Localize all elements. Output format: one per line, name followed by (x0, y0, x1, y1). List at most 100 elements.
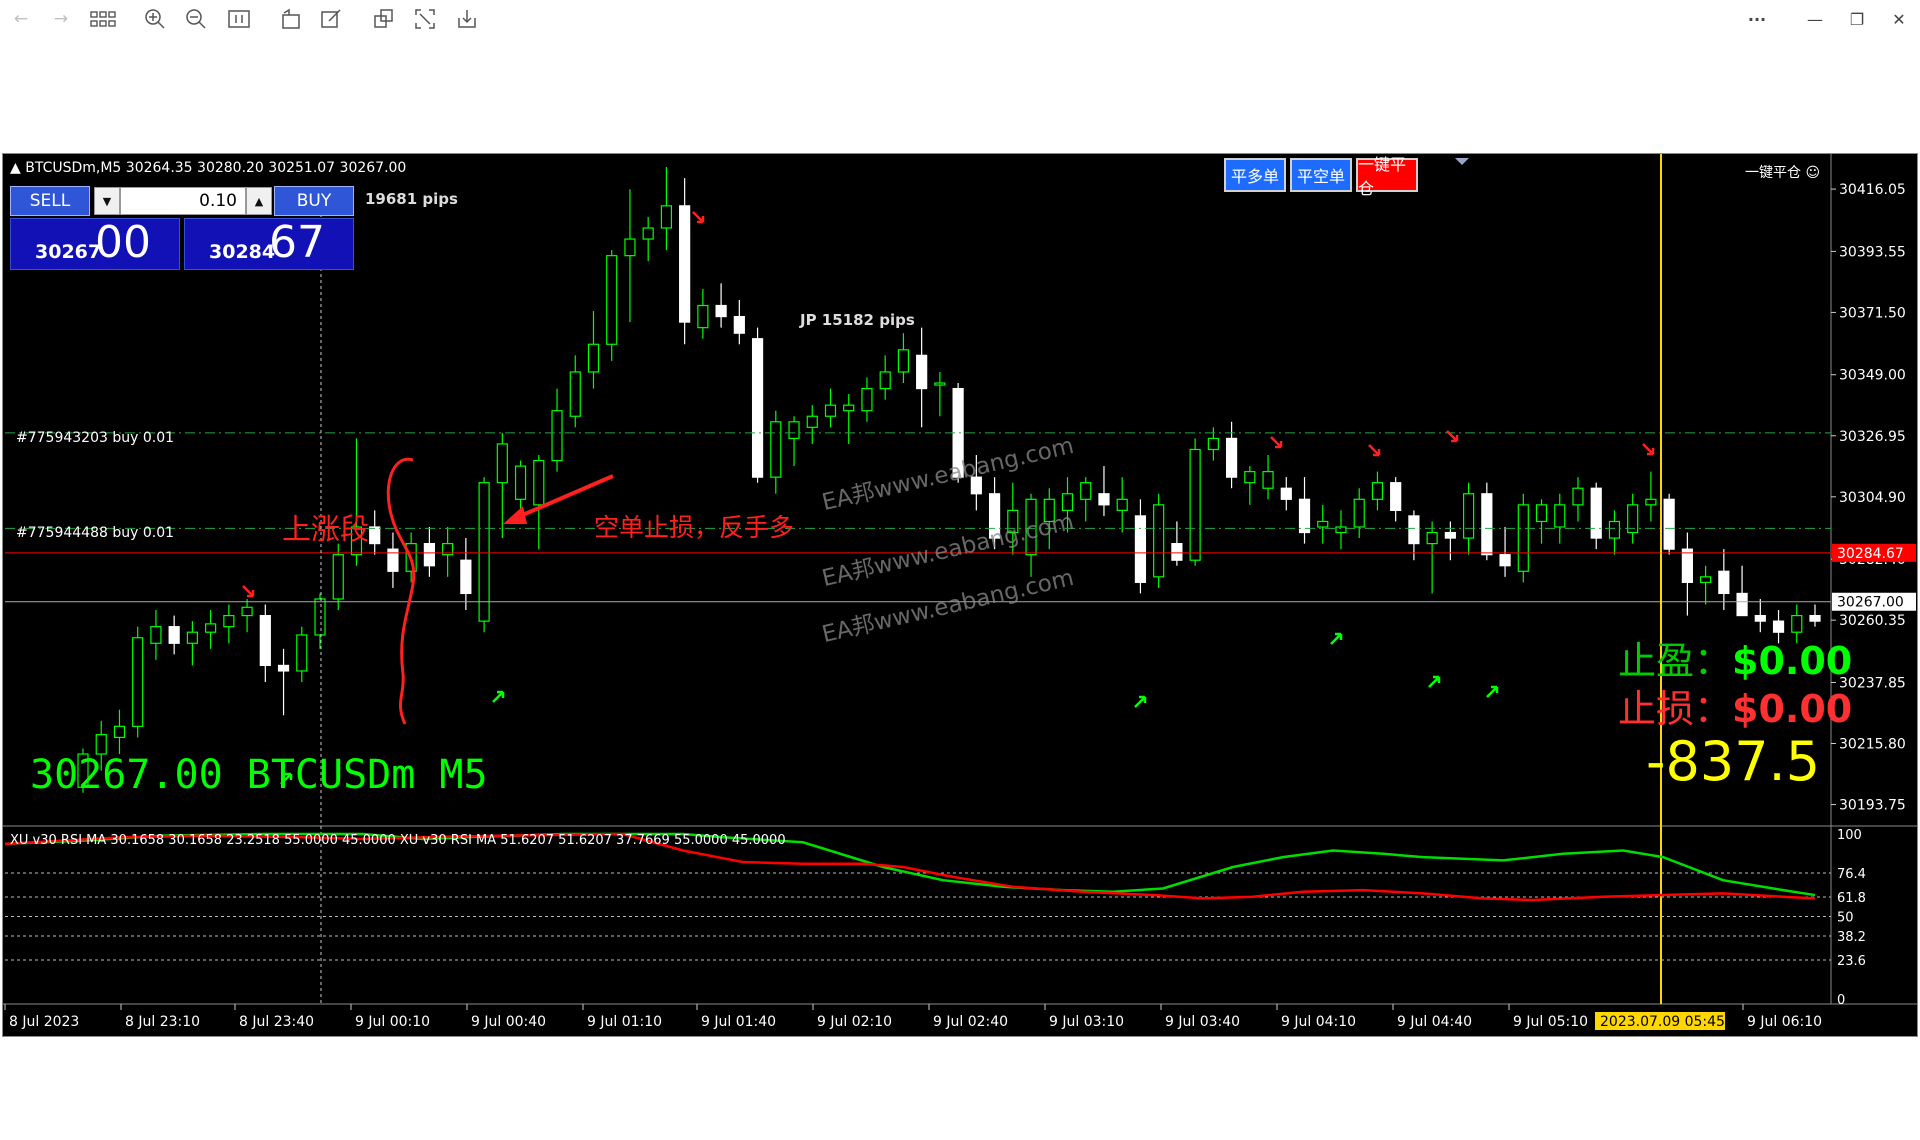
close-long-button[interactable]: 平多单 (1224, 158, 1286, 192)
candle-body (1207, 437, 1219, 451)
one-click-trading-panel: SELL ▼ ▲ BUY 30267 00 30284 67 (10, 186, 354, 270)
arrow-left-icon[interactable]: ← (8, 6, 34, 32)
candle (1390, 477, 1402, 522)
candle-body (715, 304, 727, 318)
candle (277, 648, 290, 716)
candle-body (259, 614, 271, 667)
candle-body (788, 421, 800, 439)
rsi-level-label: 61.8 (1837, 891, 1866, 906)
arrow-right-icon[interactable]: → (48, 6, 74, 32)
candle-body (223, 614, 235, 628)
candle (423, 526, 435, 577)
big-symbol-label: 30267.00 BTCUSDm M5 (30, 752, 488, 798)
restore-button[interactable]: ❐ (1842, 6, 1872, 32)
collapse-triangle-icon[interactable]: ▲ (10, 160, 21, 176)
grid-icon[interactable] (90, 6, 116, 32)
candle-body (660, 205, 673, 229)
y-tick-label: 30371.50 (1839, 305, 1906, 321)
candle (1627, 493, 1639, 544)
candle (1244, 466, 1256, 505)
candle-body (296, 634, 308, 672)
candle (697, 288, 709, 339)
candle (1098, 466, 1110, 516)
pips-top-label: 19681 pips (365, 190, 458, 208)
copy-icon[interactable] (371, 6, 397, 32)
candle-body (168, 626, 180, 644)
sell-signal-arrow (1270, 436, 1283, 449)
candle (241, 598, 253, 633)
candle (1718, 549, 1730, 611)
sell-signal-arrow (242, 585, 255, 598)
time-tick-label: 9 Jul 03:40 (1165, 1014, 1240, 1030)
time-tick-label: 9 Jul 01:10 (587, 1014, 662, 1030)
candle (806, 405, 818, 444)
zoom-out-icon[interactable] (183, 6, 209, 32)
close-all-button[interactable]: 一键平仓 (1356, 155, 1418, 198)
edit-icon[interactable] (318, 6, 344, 32)
more-icon[interactable]: ··· (1742, 6, 1772, 32)
time-tick-label: 8 Jul 2023 (9, 1014, 79, 1030)
candle (1554, 493, 1566, 544)
candle (1225, 421, 1238, 489)
close-all-smiley-button[interactable]: 一键平仓 ☺ (1745, 162, 1820, 182)
candle-body (1408, 515, 1420, 545)
candle (1608, 510, 1621, 555)
candle (296, 626, 308, 683)
jp-pips-label: JP 15182 pips (800, 311, 915, 329)
rsi-level-label: 23.6 (1837, 954, 1866, 969)
fullscreen-icon[interactable] (412, 6, 438, 32)
candle (113, 709, 126, 755)
candle (1116, 477, 1128, 533)
zoom-in-icon[interactable] (142, 6, 168, 32)
candle (843, 394, 855, 444)
minimize-button[interactable]: — (1800, 6, 1830, 32)
candle (132, 626, 144, 738)
volume-increase-button[interactable]: ▲ (246, 187, 272, 215)
fit-icon[interactable] (226, 6, 252, 32)
close-short-button[interactable]: 平空单 (1290, 158, 1352, 192)
candle (1462, 482, 1475, 555)
candle (1481, 482, 1493, 561)
sell-price-box[interactable]: 30267 00 (10, 217, 180, 270)
candle-body (733, 315, 745, 334)
candle (1134, 499, 1147, 594)
candle-body (879, 371, 891, 390)
candle (1444, 521, 1456, 561)
candle (387, 532, 399, 588)
candle-body (861, 387, 873, 412)
close-button[interactable]: ✕ (1884, 6, 1914, 32)
sell-signal-arrow (1642, 443, 1655, 456)
y-tick-label: 30326.95 (1839, 429, 1906, 445)
chart-header-text: BTCUSDm,M5 30264.35 30280.20 30251.07 30… (25, 160, 407, 176)
download-icon[interactable] (454, 6, 480, 32)
candle (1681, 532, 1693, 616)
time-tick-label: 9 Jul 03:10 (1049, 1014, 1124, 1030)
candle (751, 327, 764, 483)
candle (770, 410, 782, 494)
volume-decrease-button[interactable]: ▼ (94, 187, 120, 215)
y-tick-label: 30393.55 (1839, 244, 1906, 260)
candle (223, 604, 235, 644)
y-tick-label: 30416.05 (1839, 182, 1906, 198)
stop-loss-label: 止损： (1618, 687, 1733, 731)
scroll-marker-icon (1455, 158, 1469, 165)
viewer-toolbar: ← → ··· — ❐ ✕ (0, 0, 1920, 38)
buy-button[interactable]: BUY (274, 186, 354, 216)
candle-body (132, 637, 144, 727)
rotate-icon[interactable] (278, 6, 304, 32)
candle (259, 604, 271, 683)
candle-body (587, 343, 600, 373)
volume-input[interactable] (120, 187, 246, 215)
candle (1153, 493, 1165, 588)
ask-price-label: 30284.67 (1837, 546, 1904, 562)
sell-button[interactable]: SELL (10, 186, 90, 216)
candle-body (1335, 526, 1347, 534)
candle-body (1390, 482, 1402, 511)
buy-signal-arrow (1330, 632, 1343, 645)
candle-body (369, 526, 381, 545)
buy-price-box[interactable]: 30284 67 (184, 217, 354, 270)
candle-body (1225, 437, 1238, 478)
take-profit-label: 止盈： (1618, 639, 1733, 683)
candle-body (1153, 504, 1165, 578)
candle (1371, 471, 1384, 511)
